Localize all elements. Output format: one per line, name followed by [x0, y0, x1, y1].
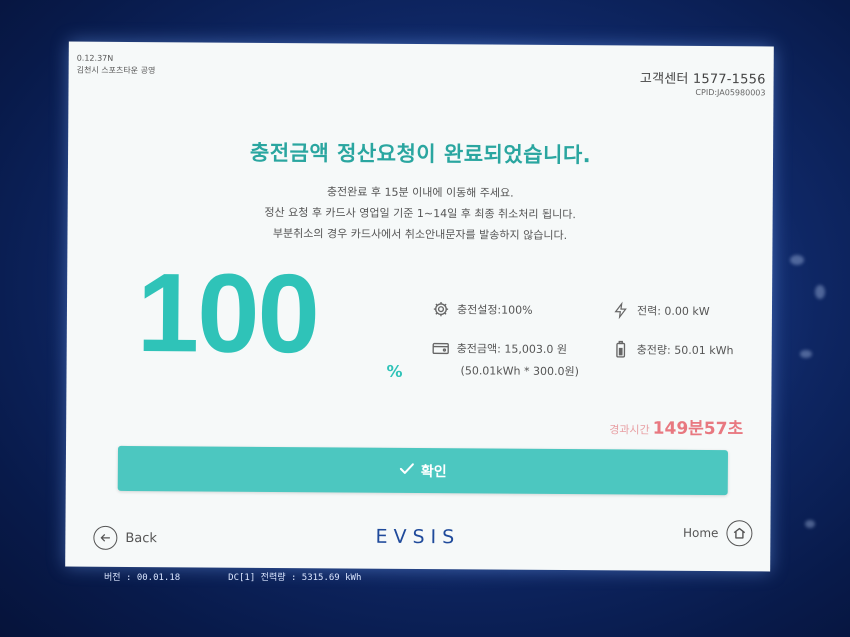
firmware-version: 버전 : 00.01.18: [104, 573, 181, 583]
check-icon: [399, 461, 415, 479]
header-left: 0.12.37N 김천시 스포츠타운 공영: [77, 53, 156, 78]
notice-item: 부분취소의 경우 카드사에서 취소안내문자를 발송하지 않습니다.: [272, 226, 568, 243]
hardware-status-bar: 버전 : 00.01.18 DC[1] 전력량 : 5315.69 kWh: [104, 570, 361, 583]
meter-reading: DC[1] 전력량 : 5315.69 kWh: [228, 573, 362, 583]
charge-percent: 100: [136, 250, 319, 377]
amount-detail: (50.01kWh * 300.0원): [460, 364, 580, 379]
charge-amount: 충전금액: 15,003.0 원: [432, 339, 567, 358]
home-button[interactable]: Home: [682, 520, 753, 547]
power-reading: 전력: 0.00 kW: [612, 301, 710, 320]
reflection-speck: [800, 350, 812, 358]
lightning-icon: [612, 301, 630, 320]
elapsed-value: 149분57초: [652, 418, 744, 440]
reflection-speck: [790, 255, 804, 265]
gear-icon: [432, 300, 450, 318]
charge-setting: 충전설정:100%: [432, 300, 533, 319]
confirm-button[interactable]: 확인: [117, 445, 729, 496]
home-icon: [726, 520, 753, 547]
software-version: 0.12.37N: [76, 53, 114, 63]
battery-icon: [612, 340, 630, 358]
kiosk-screen: 0.12.37N 김천시 스포츠타운 공영 고객센터 1577-1556 CPI…: [65, 41, 774, 572]
reflection-speck: [815, 285, 825, 299]
amount-text: 충전금액: 15,003.0 원: [456, 342, 568, 357]
station-location: 김천시 스포츠타운 공영: [76, 65, 156, 76]
reflection-speck: [805, 520, 815, 528]
notice-list: 충전완료 후 15분 이내에 이동해 주세요. 정산 요청 후 카드사 영업일 …: [67, 180, 772, 248]
wallet-icon: [432, 339, 450, 357]
power-text: 전력: 0.00 kW: [636, 304, 710, 319]
elapsed-label: 경과시간: [609, 423, 650, 437]
support-phone: 고객센터 1577-1556: [639, 71, 766, 88]
charged-energy: 충전량: 50.01 kWh: [612, 340, 734, 359]
energy-text: 충전량: 50.01 kWh: [636, 343, 734, 358]
charger-id: CPID:JA05980003: [695, 87, 766, 98]
confirm-label: 확인: [420, 463, 447, 480]
charge-setting-text: 충전설정:100%: [456, 303, 533, 317]
header-right: 고객센터 1577-1556 CPID:JA05980003: [640, 68, 766, 98]
page-title: 충전금액 정산요청이 완료되었습니다.: [249, 140, 592, 168]
home-label: Home: [682, 525, 719, 541]
elapsed-time: 경과시간 149분57초: [609, 413, 744, 440]
percent-sign: %: [386, 361, 403, 381]
brand-logo: EVSIS: [375, 525, 461, 549]
